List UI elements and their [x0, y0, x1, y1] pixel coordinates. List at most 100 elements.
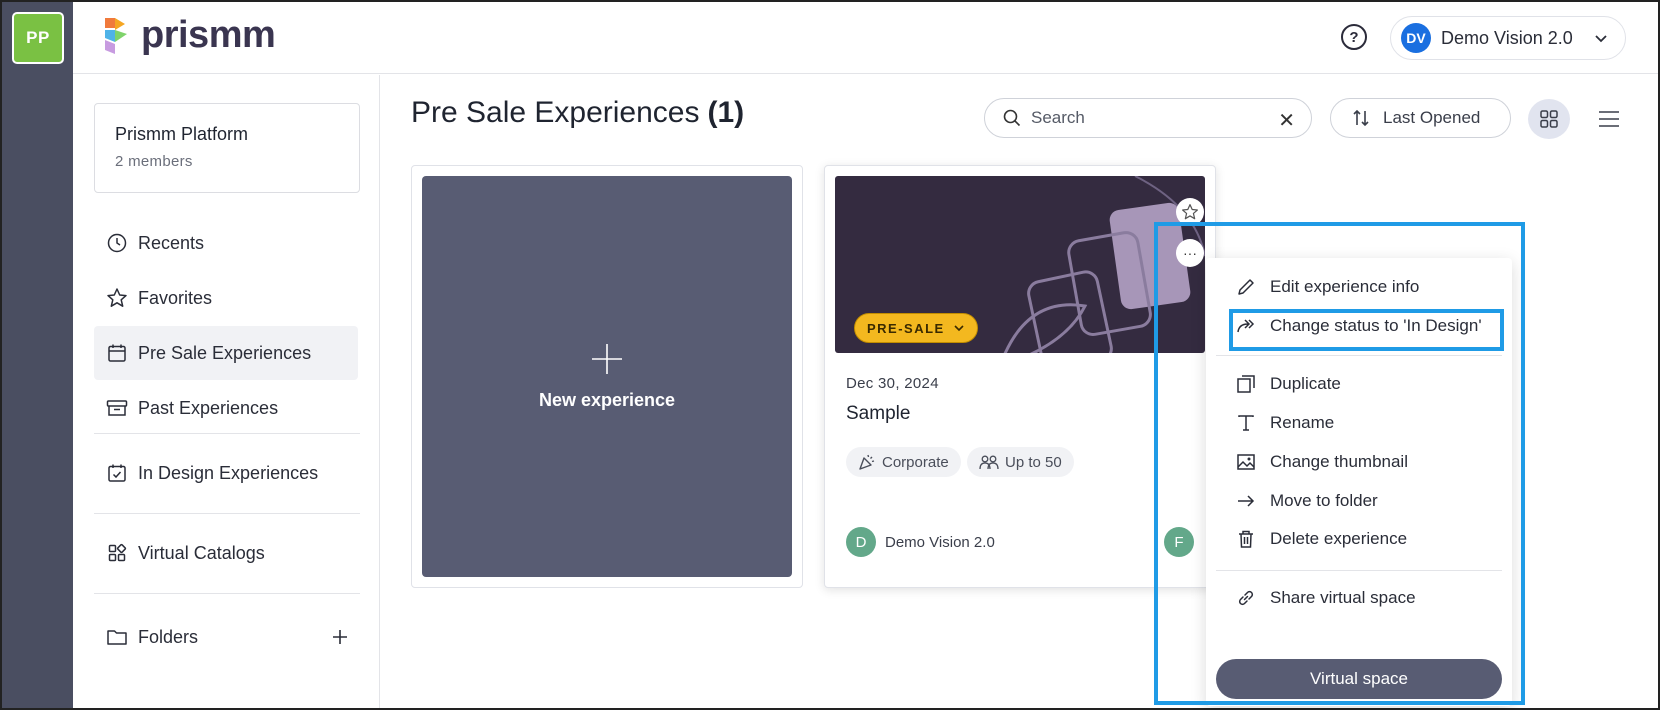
trash-icon	[1239, 530, 1253, 548]
sidebar-item-virtual-catalogs[interactable]: Virtual Catalogs	[94, 526, 358, 580]
page-title-text: Pre Sale Experiences	[411, 96, 700, 129]
sidebar-item-recents[interactable]: Recents	[94, 216, 358, 270]
search-icon	[1003, 109, 1021, 127]
sidebar-item-in-design[interactable]: In Design Experiences	[94, 446, 358, 500]
user-name: Demo Vision 2.0	[1441, 27, 1573, 48]
folder-icon	[106, 626, 128, 648]
sidebar-divider	[94, 593, 360, 594]
experience-name[interactable]: Sample	[846, 403, 910, 425]
menu-item-change-thumbnail[interactable]: Change thumbnail	[1206, 443, 1512, 481]
archive-icon	[106, 397, 128, 419]
page-title: Pre Sale Experiences (1)	[411, 96, 744, 130]
close-icon[interactable]: ✕	[1278, 108, 1295, 133]
sort-button[interactable]: Last Opened	[1330, 98, 1511, 138]
sidebar-item-label: Past Experiences	[138, 397, 279, 418]
pencil-icon	[1238, 279, 1254, 295]
event-type-label: Corporate	[882, 453, 949, 471]
prismm-logo[interactable]: prismm	[101, 14, 276, 57]
menu-item-label: Duplicate	[1270, 374, 1341, 393]
text-icon	[1238, 415, 1254, 431]
sidebar-item-label: Pre Sale Experiences	[138, 342, 312, 363]
sort-label: Last Opened	[1383, 108, 1481, 127]
menu-item-duplicate[interactable]: Duplicate	[1206, 365, 1512, 403]
experience-date: Dec 30, 2024	[846, 375, 939, 392]
sidebar-item-favorites[interactable]: Favorites	[94, 271, 358, 325]
virtual-space-button[interactable]: Virtual space	[1216, 659, 1502, 699]
new-experience-tile[interactable]: New experience	[422, 176, 792, 577]
owner-avatar: D	[846, 527, 876, 557]
favorite-button[interactable]	[1176, 198, 1204, 226]
workspace-rail: PP	[2, 2, 73, 708]
user-avatar: DV	[1401, 23, 1431, 53]
more-options-button[interactable]: ···	[1176, 239, 1204, 267]
link-icon	[1238, 590, 1254, 606]
experience-thumbnail[interactable]: PRE-SALE ···	[835, 176, 1205, 353]
users-icon	[979, 455, 999, 470]
image-icon	[1237, 454, 1255, 470]
sidebar-item-folders[interactable]: Folders	[94, 610, 358, 664]
sidebar: Prismm Platform 2 members Recents Favori…	[73, 75, 380, 708]
guest-count-label: Up to 50	[1005, 453, 1062, 471]
grid-view-icon	[1540, 110, 1558, 128]
menu-item-label: Change status to 'In Design'	[1270, 316, 1482, 335]
menu-item-label: Share virtual space	[1270, 588, 1416, 607]
duplicate-icon	[1237, 375, 1255, 393]
experience-context-menu: Edit experience info Change status to 'I…	[1206, 258, 1512, 706]
chevron-down-icon	[954, 325, 964, 332]
list-view-button[interactable]	[1596, 106, 1622, 132]
new-experience-label: New experience	[538, 390, 676, 410]
menu-item-label: Change thumbnail	[1270, 452, 1408, 471]
sidebar-item-label: Recents	[138, 232, 205, 253]
list-view-icon	[1599, 111, 1619, 127]
search-input[interactable]	[1031, 108, 1261, 128]
chevron-down-icon	[1595, 35, 1607, 43]
user-menu-button[interactable]: DV Demo Vision 2.0	[1390, 16, 1626, 60]
star-icon	[1182, 204, 1198, 220]
status-dropdown[interactable]: PRE-SALE	[854, 313, 978, 343]
add-folder-icon[interactable]	[330, 627, 350, 647]
menu-divider	[1216, 570, 1502, 571]
menu-item-label: Rename	[1270, 413, 1335, 432]
prismm-logo-icon	[105, 17, 127, 54]
event-type-tag: Corporate	[846, 447, 961, 477]
menu-item-move-to-folder[interactable]: Move to folder	[1206, 482, 1512, 520]
menu-item-rename[interactable]: Rename	[1206, 404, 1512, 442]
new-experience-card[interactable]: New experience	[411, 165, 803, 588]
sidebar-divider	[94, 513, 360, 514]
grid-view-button[interactable]	[1528, 99, 1570, 139]
question-circle-icon[interactable]: ?	[1341, 24, 1367, 50]
clock-icon	[106, 232, 128, 254]
sidebar-divider	[94, 433, 360, 434]
org-name: Prismm Platform	[115, 124, 249, 144]
sort-icon	[1353, 109, 1369, 127]
search-box[interactable]: ✕	[984, 98, 1312, 138]
sidebar-item-pre-sale[interactable]: Pre Sale Experiences	[94, 326, 358, 380]
owner-name: Demo Vision 2.0	[885, 533, 995, 551]
guest-count-tag: Up to 50	[967, 447, 1074, 477]
experience-count: (1)	[707, 96, 745, 129]
experience-owner: D Demo Vision 2.0	[846, 527, 995, 557]
workspace-badge[interactable]: PP	[12, 12, 64, 64]
arrow-right-icon	[1238, 495, 1255, 507]
sidebar-item-label: In Design Experiences	[138, 462, 319, 483]
sidebar-item-label: Favorites	[138, 287, 213, 308]
menu-item-share-virtual-space[interactable]: Share virtual space	[1206, 579, 1512, 617]
calendar-check-icon	[106, 462, 128, 484]
org-card[interactable]: Prismm Platform 2 members	[94, 103, 360, 193]
experience-card[interactable]: PRE-SALE ··· Dec 30, 2024 Sample Corpora…	[824, 165, 1216, 588]
menu-item-delete[interactable]: Delete experience	[1206, 520, 1512, 558]
calendar-icon	[106, 342, 128, 364]
org-members: 2 members	[115, 153, 193, 170]
logo-text: prismm	[141, 14, 276, 56]
menu-item-change-status[interactable]: Change status to 'In Design'	[1206, 307, 1512, 345]
party-popper-icon	[859, 454, 875, 470]
sidebar-item-label: Folders	[138, 626, 199, 647]
grid-icon	[106, 542, 128, 564]
sidebar-item-label: Virtual Catalogs	[138, 542, 265, 563]
menu-item-label: Edit experience info	[1270, 277, 1420, 296]
menu-item-edit-info[interactable]: Edit experience info	[1206, 268, 1512, 306]
menu-item-label: Move to folder	[1270, 491, 1378, 510]
assignee-avatar[interactable]: F	[1164, 527, 1194, 557]
plus-icon	[592, 344, 622, 374]
sidebar-item-past[interactable]: Past Experiences	[94, 381, 358, 435]
